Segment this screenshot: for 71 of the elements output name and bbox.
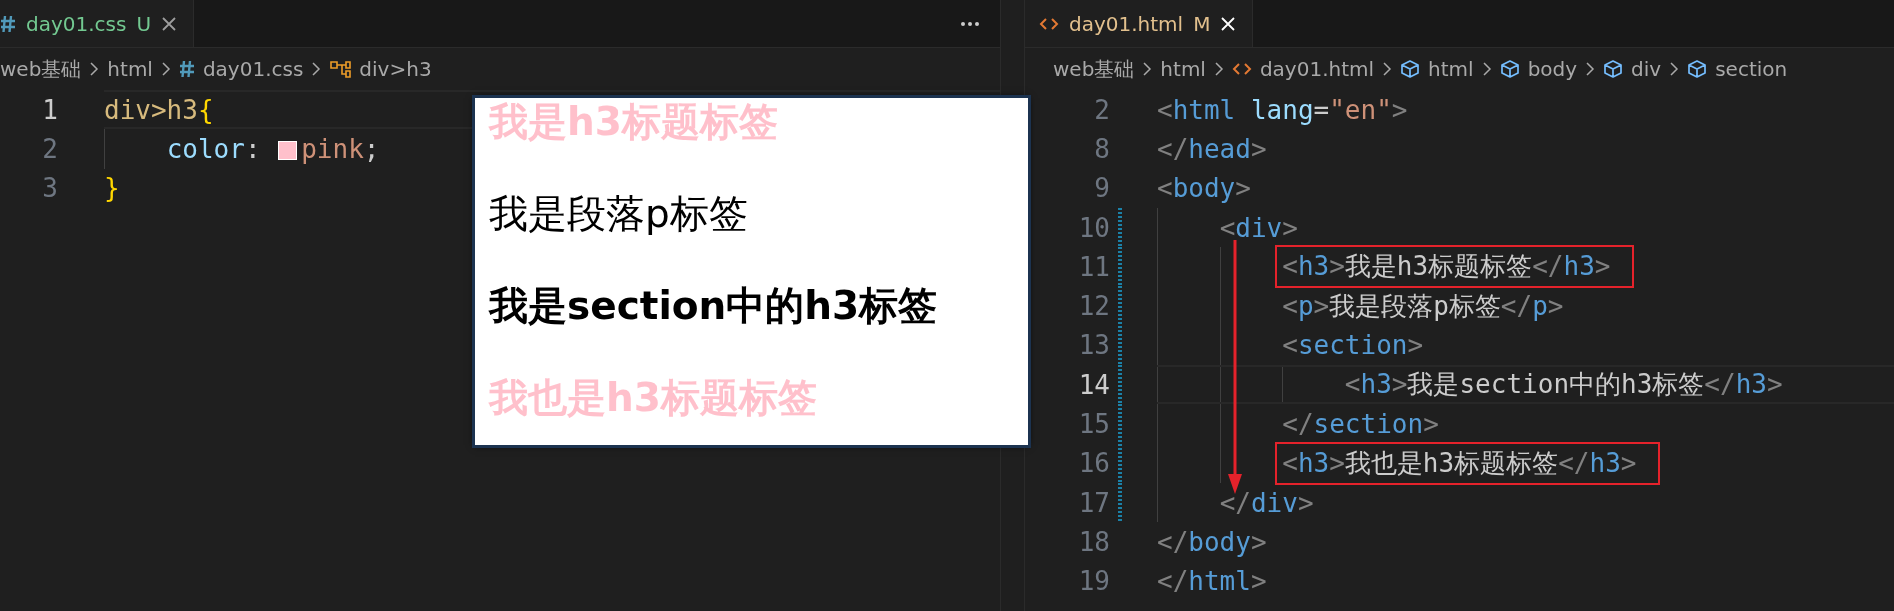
line-number: 12 [1077,291,1110,322]
chevron-icon [311,61,322,77]
code-line: <h3>我是section中的h3标签</h3> [1344,368,1783,402]
breadcrumb-item[interactable]: html [1160,57,1206,81]
close-icon[interactable] [1220,15,1237,32]
cube-icon [1499,59,1520,79]
code-line: <div> [1219,211,1298,245]
line-number: 3 [41,173,58,204]
chevron-icon [1481,61,1492,77]
breadcrumb-item[interactable]: div>h3 [329,57,432,81]
line-number: 1 [41,94,58,125]
heading-text: 我也是h3标题标签 [489,374,818,422]
chevron-icon [89,61,100,77]
line-number: 9 [1093,173,1110,204]
code-line: </body> [1157,525,1267,559]
chevron-icon [1382,61,1393,77]
code-line: <body> [1157,172,1251,206]
breadcrumb-item[interactable]: div [1603,57,1662,81]
line-number: 2 [1093,94,1110,125]
selector-icon [329,59,352,79]
chevron-icon [1585,61,1596,77]
code-line: color: pink; [166,132,380,166]
code-line: div>h3{ [104,93,214,127]
code-line: <h3>我是h3标题标签</h3> [1277,247,1633,287]
close-icon[interactable] [161,15,178,32]
editor-tab[interactable]: day01.css U [0,0,195,47]
code-line: <html lang="en"> [1157,93,1408,127]
more-icon[interactable] [960,20,980,27]
code-line: </section> [1282,408,1439,441]
line-number: 13 [1077,330,1110,361]
heading-text: 我是h3标题标签 [489,98,779,146]
breadcrumb-item[interactable]: body [1499,57,1578,81]
paragraph-text: 我是段落p标签 [489,190,749,238]
cube-icon [1400,59,1421,79]
cube-icon [1687,59,1708,79]
code-line: <p>我是段落p标签</p> [1282,289,1564,323]
breadcrumb-item[interactable]: html [107,57,153,81]
code-line: </html> [1157,565,1267,599]
line-number: 10 [1077,212,1110,243]
line-number: 15 [1077,409,1110,439]
hash-icon [0,14,16,33]
code-line: } [104,172,120,206]
heading-text: 我是section中的h3标签 [489,282,939,330]
chevron-icon [1142,61,1153,77]
code-line: </head> [1157,132,1267,166]
breadcrumb-item[interactable]: day01.css [178,57,304,81]
line-number: 17 [1077,487,1110,518]
line-number: 19 [1077,566,1110,597]
line-number: 8 [1093,133,1110,164]
line-number: 2 [41,133,58,164]
hash-icon [178,60,195,78]
code-icon [1039,15,1059,32]
line-number: 11 [1077,251,1110,282]
line-number: 18 [1077,526,1110,557]
breadcrumb-item[interactable]: web基础 [0,55,82,83]
line-number: 14 [1077,369,1110,400]
breadcrumb-item[interactable]: html [1400,57,1474,81]
code-line: </div> [1219,486,1314,520]
chevron-icon [1213,61,1224,77]
cube-icon [1603,59,1624,79]
breadcrumb-item[interactable]: section [1687,57,1788,81]
code-line: <section> [1282,329,1424,363]
code-line: <h3>我也是h3标题标签</h3> [1277,443,1659,483]
chevron-icon [160,61,171,77]
color-swatch[interactable] [278,140,298,160]
editor-tab[interactable]: day01.html M [1025,0,1254,47]
code-icon [1231,61,1252,77]
breadcrumb-item[interactable]: web基础 [1053,55,1135,83]
line-number: 16 [1077,448,1110,479]
breadcrumb-item[interactable]: day01.html [1231,57,1375,81]
chevron-icon [1669,61,1680,77]
